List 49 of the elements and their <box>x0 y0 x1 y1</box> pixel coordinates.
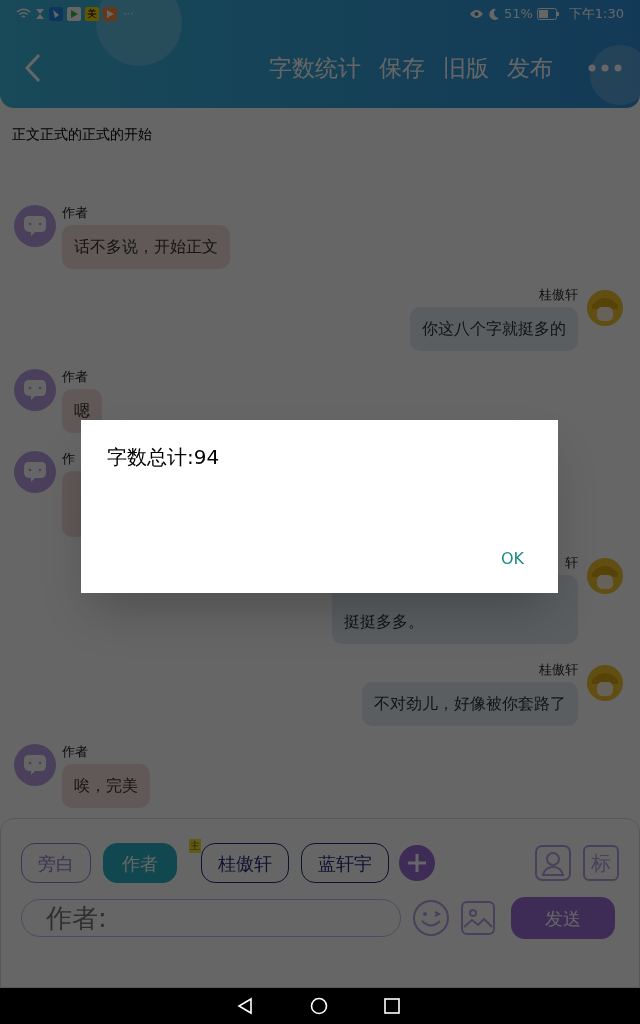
message-bubble: 唉，完美 <box>62 764 150 808</box>
chat-avatar-icon <box>14 744 56 786</box>
cartoon-avatar <box>586 289 624 327</box>
role-chip[interactable]: 桂傲轩 <box>201 843 289 883</box>
chat-avatar-icon <box>14 451 56 493</box>
header-action[interactable]: 保存 <box>370 50 434 86</box>
back-icon[interactable] <box>24 53 42 83</box>
wifi-icon <box>16 8 31 20</box>
play-app-icon <box>67 7 81 21</box>
moon-icon <box>487 8 500 20</box>
back-nav-icon[interactable] <box>236 997 254 1015</box>
clock-text: 下午1:30 <box>568 5 624 24</box>
message-bubble: 话不多说，开始正文 <box>62 225 230 269</box>
chat-avatar-icon <box>14 205 56 247</box>
author-name: 作者 <box>62 369 88 385</box>
eye-icon <box>468 9 484 19</box>
person-icon[interactable] <box>535 845 571 881</box>
chat-avatar-icon <box>14 369 56 411</box>
author-name: 轩 <box>565 555 578 571</box>
more-icon[interactable] <box>588 64 622 72</box>
message-bubble: 你这八个字就挺多的 <box>410 307 578 351</box>
emoji-icon[interactable] <box>413 900 449 936</box>
overflow-text: ··· <box>123 5 134 22</box>
cartoon-avatar <box>586 664 624 702</box>
home-nav-icon[interactable] <box>310 997 328 1015</box>
recents-nav-icon[interactable] <box>384 998 400 1014</box>
image-icon[interactable] <box>461 901 495 935</box>
app-icon: 美 <box>85 7 99 21</box>
message-bubble: 不对劲儿，好像被你套路了 <box>362 682 578 726</box>
role-chip[interactable]: 作者 <box>103 843 177 883</box>
add-role-icon[interactable] <box>399 845 435 881</box>
author-name: 作者 <box>62 744 88 760</box>
author-name: 作者 <box>62 205 88 221</box>
battery-icon <box>536 8 559 20</box>
app-icon <box>49 7 63 21</box>
ok-button[interactable]: OK <box>492 543 532 575</box>
header-action[interactable]: 旧版 <box>434 50 498 86</box>
role-chip[interactable]: 蓝轩宇 <box>301 843 389 883</box>
hourglass-icon <box>35 8 45 20</box>
header-action[interactable]: 字数统计 <box>260 50 370 86</box>
document-title: 正文正式的正式的开始 <box>11 125 153 144</box>
play-app-icon <box>103 7 117 21</box>
battery-percent: 51% <box>503 5 533 24</box>
author-name: 桂傲轩 <box>539 662 578 678</box>
cartoon-avatar <box>586 557 624 595</box>
header-action[interactable]: 发布 <box>498 50 562 86</box>
author-name: 作 <box>62 451 75 467</box>
author-name: 桂傲轩 <box>539 287 578 303</box>
dialog-message: 字数总计:94 <box>107 444 221 471</box>
